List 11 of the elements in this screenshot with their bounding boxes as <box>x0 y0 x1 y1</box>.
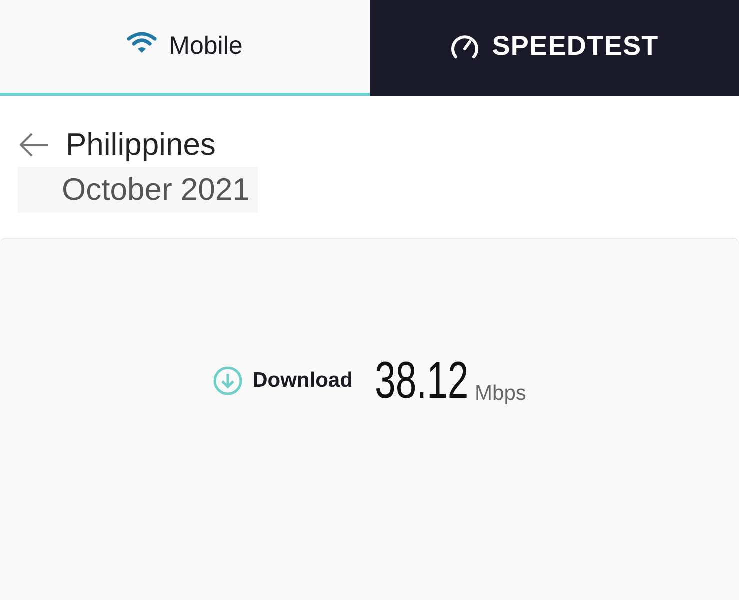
mobile-tab[interactable]: Mobile <box>0 0 370 96</box>
download-label: Download <box>252 368 353 394</box>
country-title: Philippines <box>66 126 216 164</box>
download-icon <box>212 366 243 396</box>
brand-logo: SPEEDTEST <box>492 30 659 63</box>
period-label: October 2021 <box>18 166 258 213</box>
speed-value: 38.12 <box>374 350 469 412</box>
tab-label: Mobile <box>169 30 243 62</box>
wifi-icon <box>127 30 158 54</box>
unit-label: Mbps <box>475 380 526 406</box>
back-arrow-icon[interactable] <box>18 131 50 160</box>
